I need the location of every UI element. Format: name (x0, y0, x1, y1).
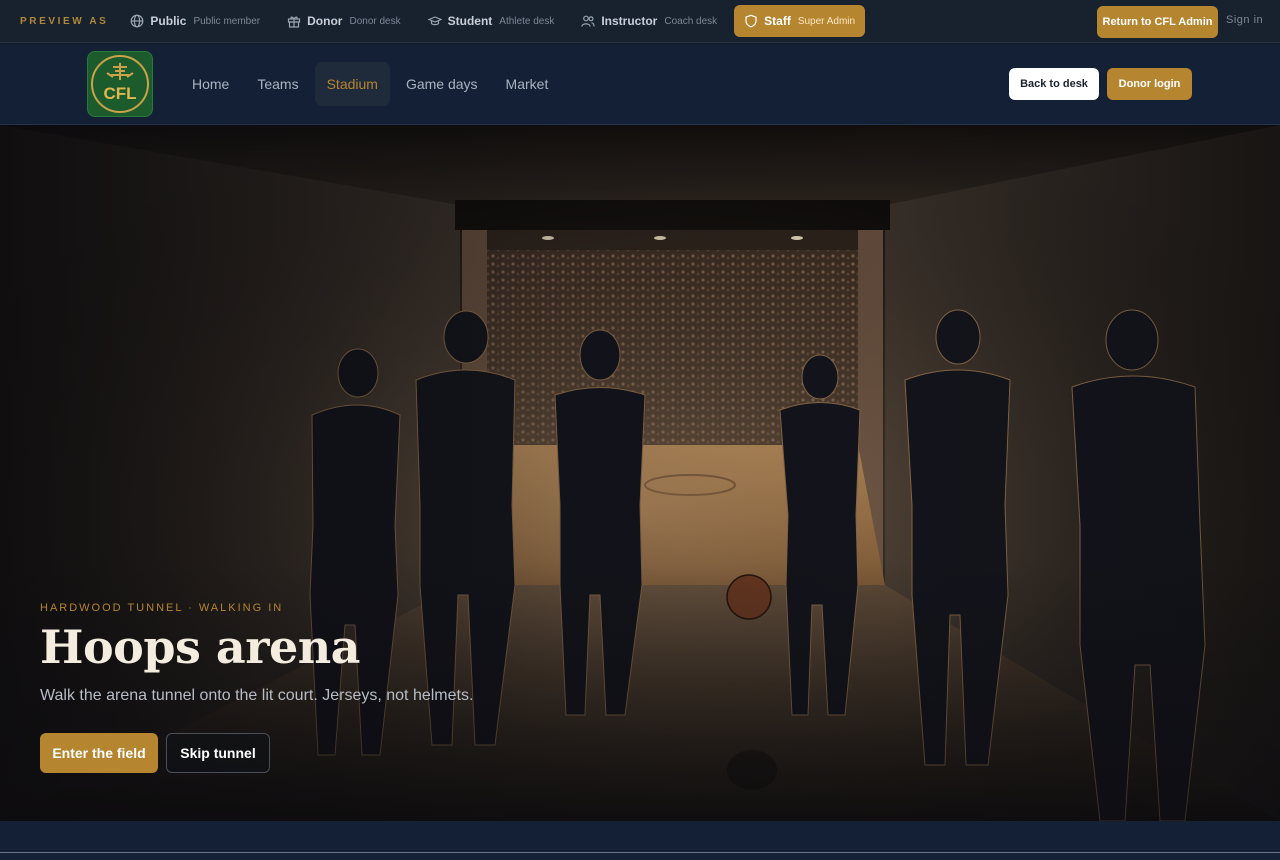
role-student-button[interactable]: Student Athlete desk (418, 5, 565, 37)
nav-links: Home Teams Stadium Game days Market (180, 62, 564, 106)
role-name: Public (150, 14, 187, 28)
role-name: Student (447, 14, 493, 28)
role-subtitle: Super Admin (797, 15, 856, 27)
nav-link-home[interactable]: Home (180, 62, 241, 106)
role-subtitle: Donor desk (349, 15, 401, 27)
skip-tunnel-button[interactable]: Skip tunnel (166, 733, 270, 773)
hero-title: Hoops arena (40, 620, 360, 674)
role-donor-button[interactable]: Donor Donor desk (277, 5, 410, 37)
preview-as-label: PREVIEW AS (20, 15, 109, 27)
enter-field-button[interactable]: Enter the field (40, 733, 158, 773)
role-subtitle: Coach desk (664, 15, 718, 27)
divider (0, 852, 1280, 853)
role-public-button[interactable]: Public Public member (120, 5, 270, 37)
gift-icon (287, 14, 301, 28)
globe-icon (130, 14, 144, 28)
role-name: Donor (307, 14, 343, 28)
role-name: Staff (764, 14, 791, 28)
sign-in-link[interactable]: Sign in (1226, 14, 1263, 26)
hero-eyebrow: HARDWOOD TUNNEL · WALKING IN (40, 602, 284, 614)
return-to-admin-button[interactable]: Return to CFL Admin (1097, 6, 1218, 38)
nav-link-stadium[interactable]: Stadium (314, 62, 390, 106)
preview-bar: PREVIEW AS Public Public member Donor Do… (0, 0, 1280, 43)
cfl-logo-emblem: CFL (91, 55, 149, 113)
shield-icon (744, 14, 758, 28)
cfl-logo[interactable]: CFL (87, 51, 153, 117)
role-instructor-button[interactable]: Instructor Coach desk (571, 5, 727, 37)
logo-text: CFL (103, 84, 136, 103)
users-icon (581, 14, 595, 28)
role-switcher: Public Public member Donor Donor desk St… (120, 5, 872, 37)
donor-login-button[interactable]: Donor login (1107, 68, 1192, 100)
role-name: Instructor (601, 14, 658, 28)
nav-link-market[interactable]: Market (494, 62, 561, 106)
role-subtitle: Public member (193, 15, 261, 27)
main-navbar: CFL Home Teams Stadium Game days Market … (0, 44, 1280, 125)
back-to-desk-button[interactable]: Back to desk (1009, 68, 1099, 100)
role-staff-button[interactable]: Staff Super Admin (734, 5, 866, 37)
graduation-cap-icon (427, 14, 442, 28)
hero-section: HARDWOOD TUNNEL · WALKING IN Hoops arena… (0, 125, 1280, 821)
role-subtitle: Athlete desk (499, 15, 555, 27)
nav-link-teams[interactable]: Teams (245, 62, 310, 106)
nav-link-game-days[interactable]: Game days (394, 62, 490, 106)
hero-subtitle: Walk the arena tunnel onto the lit court… (40, 687, 474, 704)
page-footer-strip (0, 821, 1280, 860)
